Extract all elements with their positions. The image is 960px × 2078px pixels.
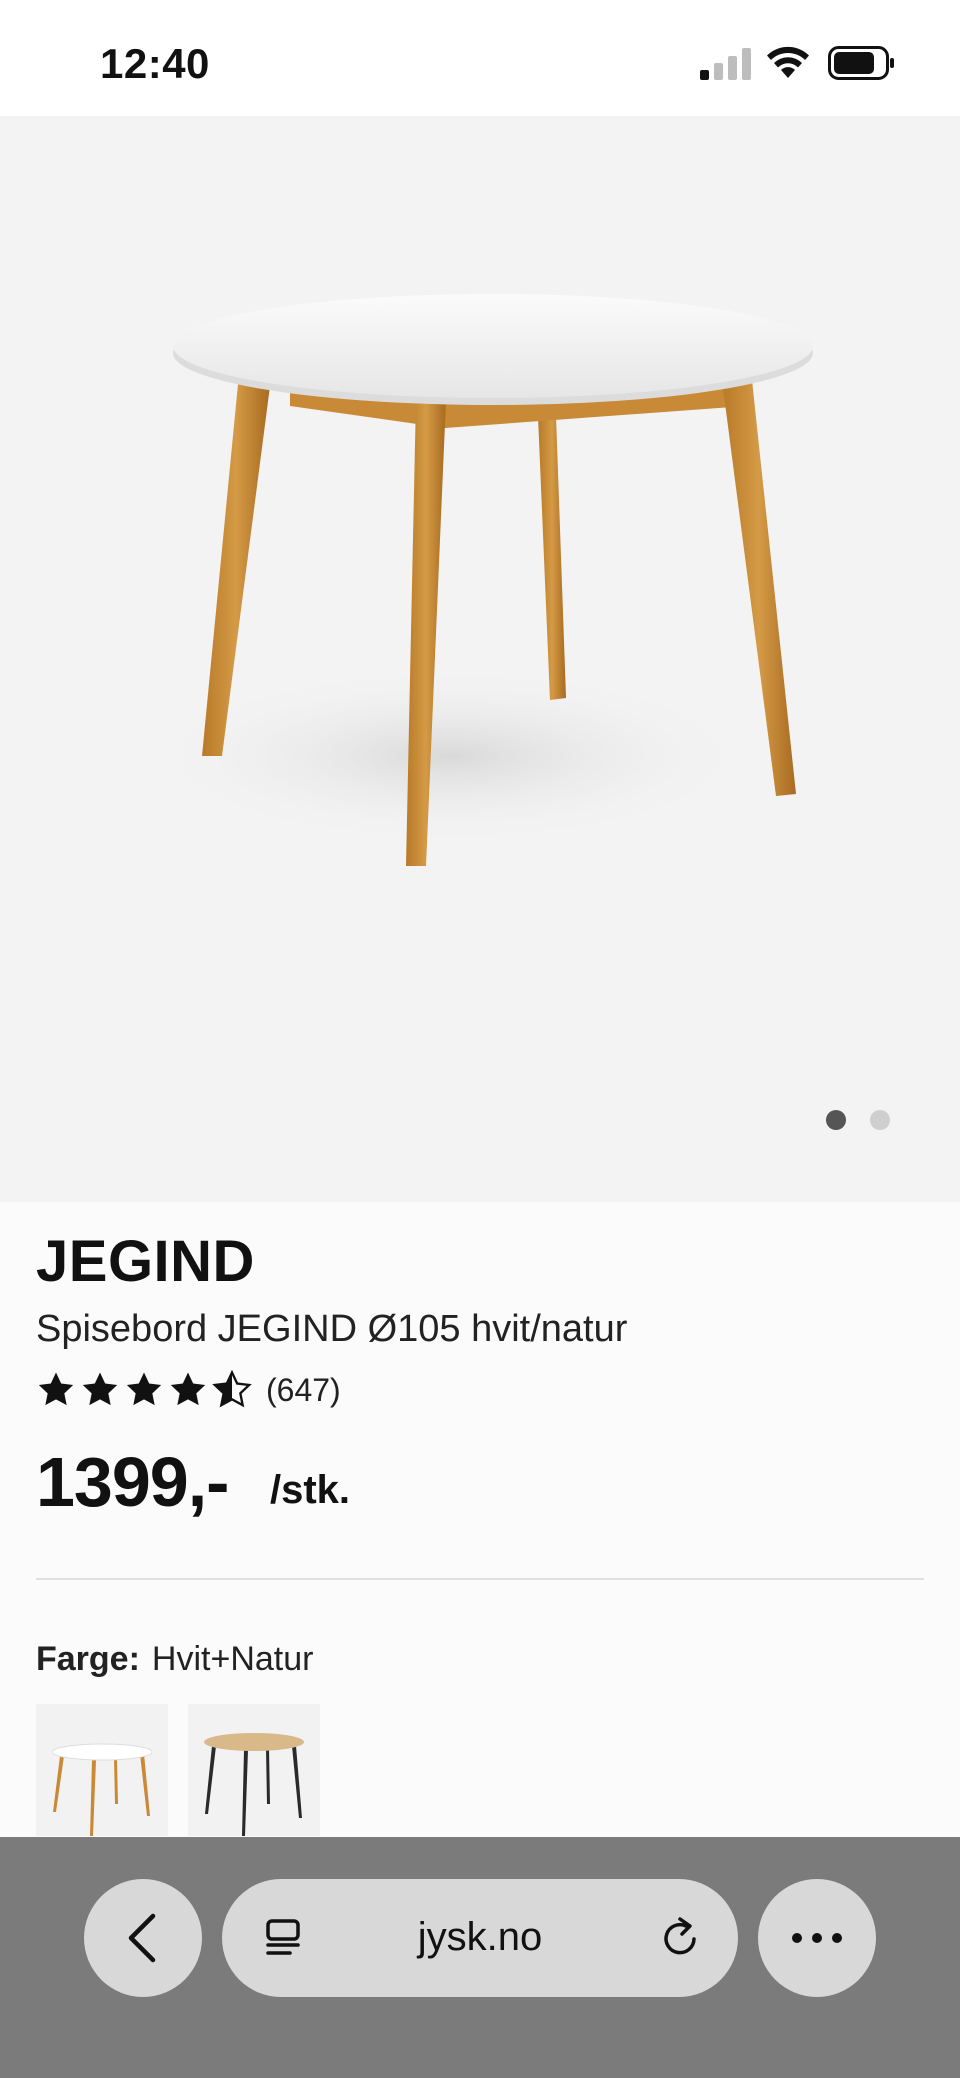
table-thumbnail-natural-black — [204, 1733, 304, 1836]
star-icon — [170, 1372, 206, 1406]
wifi-icon — [767, 46, 809, 78]
more-icon — [792, 1933, 842, 1943]
star-icon — [126, 1372, 162, 1406]
more-button[interactable] — [758, 1879, 876, 1997]
color-selection: Farge: Hvit+Natur — [36, 1640, 313, 1679]
product-name: Spisebord JEGIND Ø105 hvit/natur — [36, 1308, 628, 1350]
gallery-dot-2[interactable] — [870, 1110, 890, 1130]
gallery-dot-1[interactable] — [826, 1110, 846, 1130]
status-time: 12:40 — [100, 40, 210, 87]
product-image-gallery[interactable] — [0, 116, 960, 1202]
battery-icon — [828, 46, 894, 80]
divider — [36, 1578, 924, 1580]
color-label: Farge: — [36, 1640, 140, 1678]
reload-icon[interactable] — [658, 1915, 704, 1961]
cellular-signal-icon — [700, 48, 751, 80]
product-image — [140, 294, 813, 866]
rating-count: (647) — [266, 1371, 341, 1408]
product-brand: JEGIND — [36, 1229, 255, 1294]
swatch-white-natural[interactable] — [36, 1704, 168, 1836]
swatch-natural-black[interactable] — [188, 1704, 320, 1836]
browser-toolbar: jysk.no — [0, 1837, 960, 2078]
status-bar: 12:40 — [0, 0, 960, 116]
product-rating[interactable]: (647) — [36, 1370, 341, 1410]
table-thumbnail-white-natural — [51, 1743, 153, 1836]
product-price: 1399,- — [36, 1443, 229, 1521]
address-bar[interactable]: jysk.no — [222, 1879, 738, 1997]
color-swatches — [36, 1704, 320, 1836]
gallery-pagination — [826, 1110, 890, 1130]
star-icon — [82, 1372, 118, 1406]
star-icon — [38, 1372, 74, 1406]
price-unit: /stk. — [270, 1468, 351, 1512]
half-star-icon — [212, 1370, 252, 1408]
rating-stars — [36, 1370, 252, 1410]
chevron-left-icon — [128, 1913, 156, 1963]
back-button[interactable] — [84, 1879, 202, 1997]
color-value: Hvit+Natur — [151, 1640, 314, 1678]
